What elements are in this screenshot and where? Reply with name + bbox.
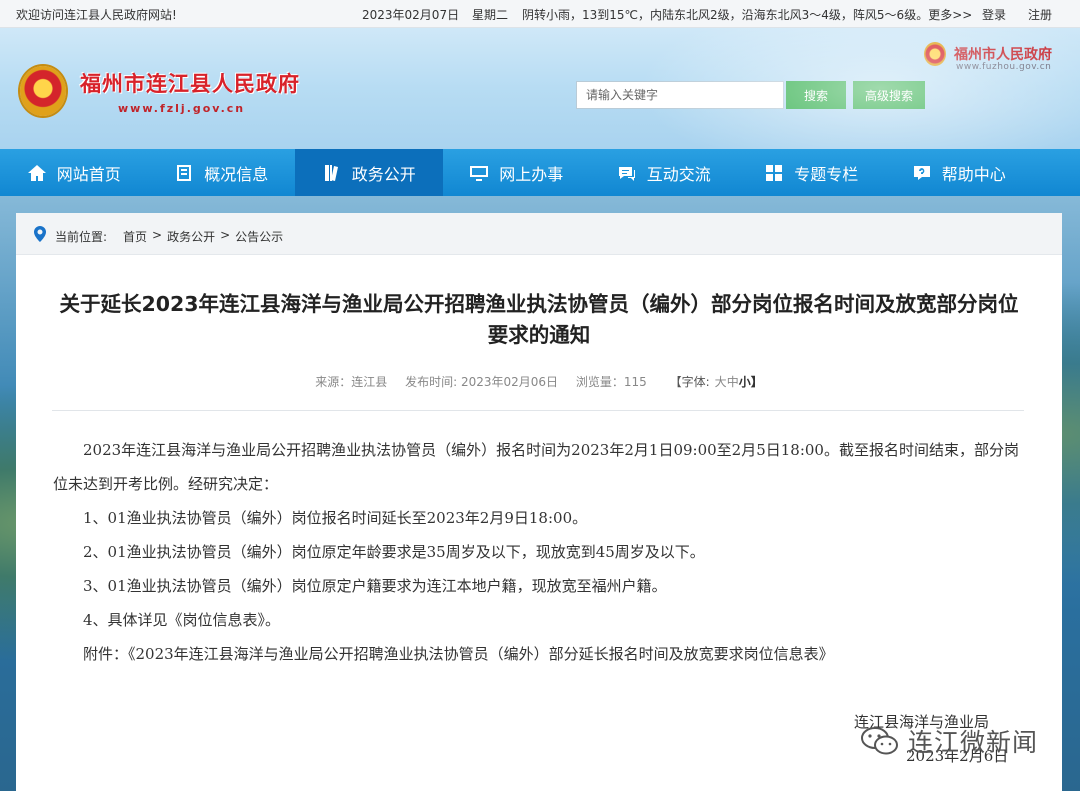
article-paragraph: 4、具体详见《岗位信息表》。 [83, 611, 281, 629]
search-button[interactable]: 搜索 [786, 81, 846, 109]
breadcrumb-separator: > [220, 228, 231, 242]
article-paragraph: 1、01渔业执法协管员（编外）岗位报名时间延长至2023年2月9日18:00。 [83, 509, 588, 527]
wechat-icon [861, 727, 898, 755]
article-body: 2023年连江县海洋与渔业局公开招聘渔业执法协管员（编外）报名时间为2023年2… [53, 433, 1027, 671]
breadcrumb-announcements[interactable]: 公告公示 [235, 228, 283, 245]
help-icon [913, 165, 930, 180]
welcome-text: 欢迎访问连江县人民政府网站! [16, 8, 177, 22]
article-publish-time: 发布时间: 2023年02月06日 [405, 375, 559, 389]
breadcrumb-government-affairs[interactable]: 政务公开 [167, 228, 215, 245]
nav-item-label: 网上办事 [499, 164, 564, 184]
watermark: 连江微新闻 [860, 723, 1038, 759]
nav-item-help-center[interactable]: 帮助中心 [885, 149, 1033, 196]
book-icon [324, 164, 338, 181]
article-meta: 来源：连江县 发布时间: 2023年02月06日 浏览量：115 【字体: 大中小… [16, 373, 1062, 390]
city-gov-link[interactable]: 福州市人民政府 [954, 44, 1052, 64]
breadcrumb-separator: > [152, 228, 163, 242]
breadcrumb: 当前位置: 首页 > 政务公开 > 公告公示 [16, 213, 1062, 255]
nav-item-label: 专题专栏 [794, 164, 859, 184]
nav-item-home[interactable]: 网站首页 [0, 149, 148, 196]
font-size-large[interactable]: 大 [715, 375, 727, 389]
home-icon [27, 164, 46, 181]
city-emblem-icon [924, 42, 946, 66]
main-nav: 网站首页 概况信息 政务公开 网上办事 互动交流 专题专栏 帮助中心 [0, 149, 1080, 196]
date-text: 2023年02月07日 [362, 8, 460, 22]
article-paragraph: 3、01渔业执法协管员（编外）岗位原定户籍要求为连江本地户籍，现放宽至福州户籍。 [83, 577, 667, 595]
document-icon [177, 164, 192, 181]
site-header: 福州市连江县人民政府 www.fzlj.gov.cn 福州市人民政府 www.f… [0, 28, 1080, 149]
location-pin-icon [34, 226, 46, 242]
font-size-medium[interactable]: 中 [727, 375, 739, 389]
font-size-options: 【字体: 大中小】 [665, 375, 763, 389]
font-size-label: 【字体: [669, 375, 710, 389]
grid-icon [766, 164, 783, 181]
monitor-icon [470, 165, 489, 181]
nav-item-overview[interactable]: 概况信息 [148, 149, 296, 196]
site-url: www.fzlj.gov.cn [118, 102, 246, 115]
article-paragraph: 2、01渔业执法协管员（编外）岗位原定年龄要求是35周岁及以下，现放宽到45周岁… [83, 543, 705, 561]
watermark-text: 连江微新闻 [908, 728, 1039, 757]
article-views: 浏览量：115 [575, 375, 647, 389]
article-title: 关于延长2023年连江县海洋与渔业局公开招聘渔业执法协管员（编外）部分岗位报名时… [59, 292, 1019, 347]
chat-icon [618, 166, 635, 181]
login-link[interactable]: 登录 [982, 6, 1006, 23]
breadcrumb-home[interactable]: 首页 [123, 228, 147, 245]
weather-link[interactable]: 阴转小雨，13到15℃，内陆东北风2级，沿海东北风3～4级，阵风5～6级。更多>… [522, 6, 972, 23]
nav-item-government-affairs[interactable]: 政务公开 [295, 149, 443, 196]
attachment-link[interactable]: 附件：《2023年连江县海洋与渔业局公开招聘渔业执法协管员（编外）部分延长报名时… [53, 637, 1027, 671]
breadcrumb-path: 首页 > 政务公开 > 公告公示 [123, 228, 283, 245]
search-input[interactable] [576, 81, 784, 109]
content-divider [52, 410, 1024, 411]
advanced-search-button[interactable]: 高级搜索 [853, 81, 925, 109]
nav-item-label: 互动交流 [646, 164, 711, 184]
nav-item-online-services[interactable]: 网上办事 [443, 149, 591, 196]
font-size-small[interactable]: 小】 [739, 375, 763, 389]
breadcrumb-label: 当前位置: [55, 230, 108, 244]
nav-item-label: 概况信息 [204, 164, 269, 184]
register-link[interactable]: 注册 [1028, 6, 1052, 23]
nav-item-special-topics[interactable]: 专题专栏 [738, 149, 886, 196]
nav-item-interaction[interactable]: 互动交流 [590, 149, 738, 196]
nav-item-label: 帮助中心 [941, 164, 1006, 184]
nav-item-label: 网站首页 [56, 164, 121, 184]
top-bar: 欢迎访问连江县人民政府网站! 2023年02月07日 星期二 阴转小雨，13到1… [0, 0, 1080, 28]
nav-item-label: 政务公开 [351, 164, 416, 184]
article-source: 来源：连江县 [315, 375, 388, 389]
article-paragraph: 2023年连江县海洋与渔业局公开招聘渔业执法协管员（编外）报名时间为2023年2… [53, 441, 1019, 493]
content-panel: 当前位置: 首页 > 政务公开 > 公告公示 关于延长2023年连江县海洋与渔业… [16, 213, 1062, 791]
weekday-text: 星期二 [472, 8, 509, 22]
city-gov-url: www.fuzhou.gov.cn [956, 62, 1052, 72]
site-title[interactable]: 福州市连江县人民政府 [80, 68, 300, 98]
national-emblem-icon [20, 66, 66, 116]
